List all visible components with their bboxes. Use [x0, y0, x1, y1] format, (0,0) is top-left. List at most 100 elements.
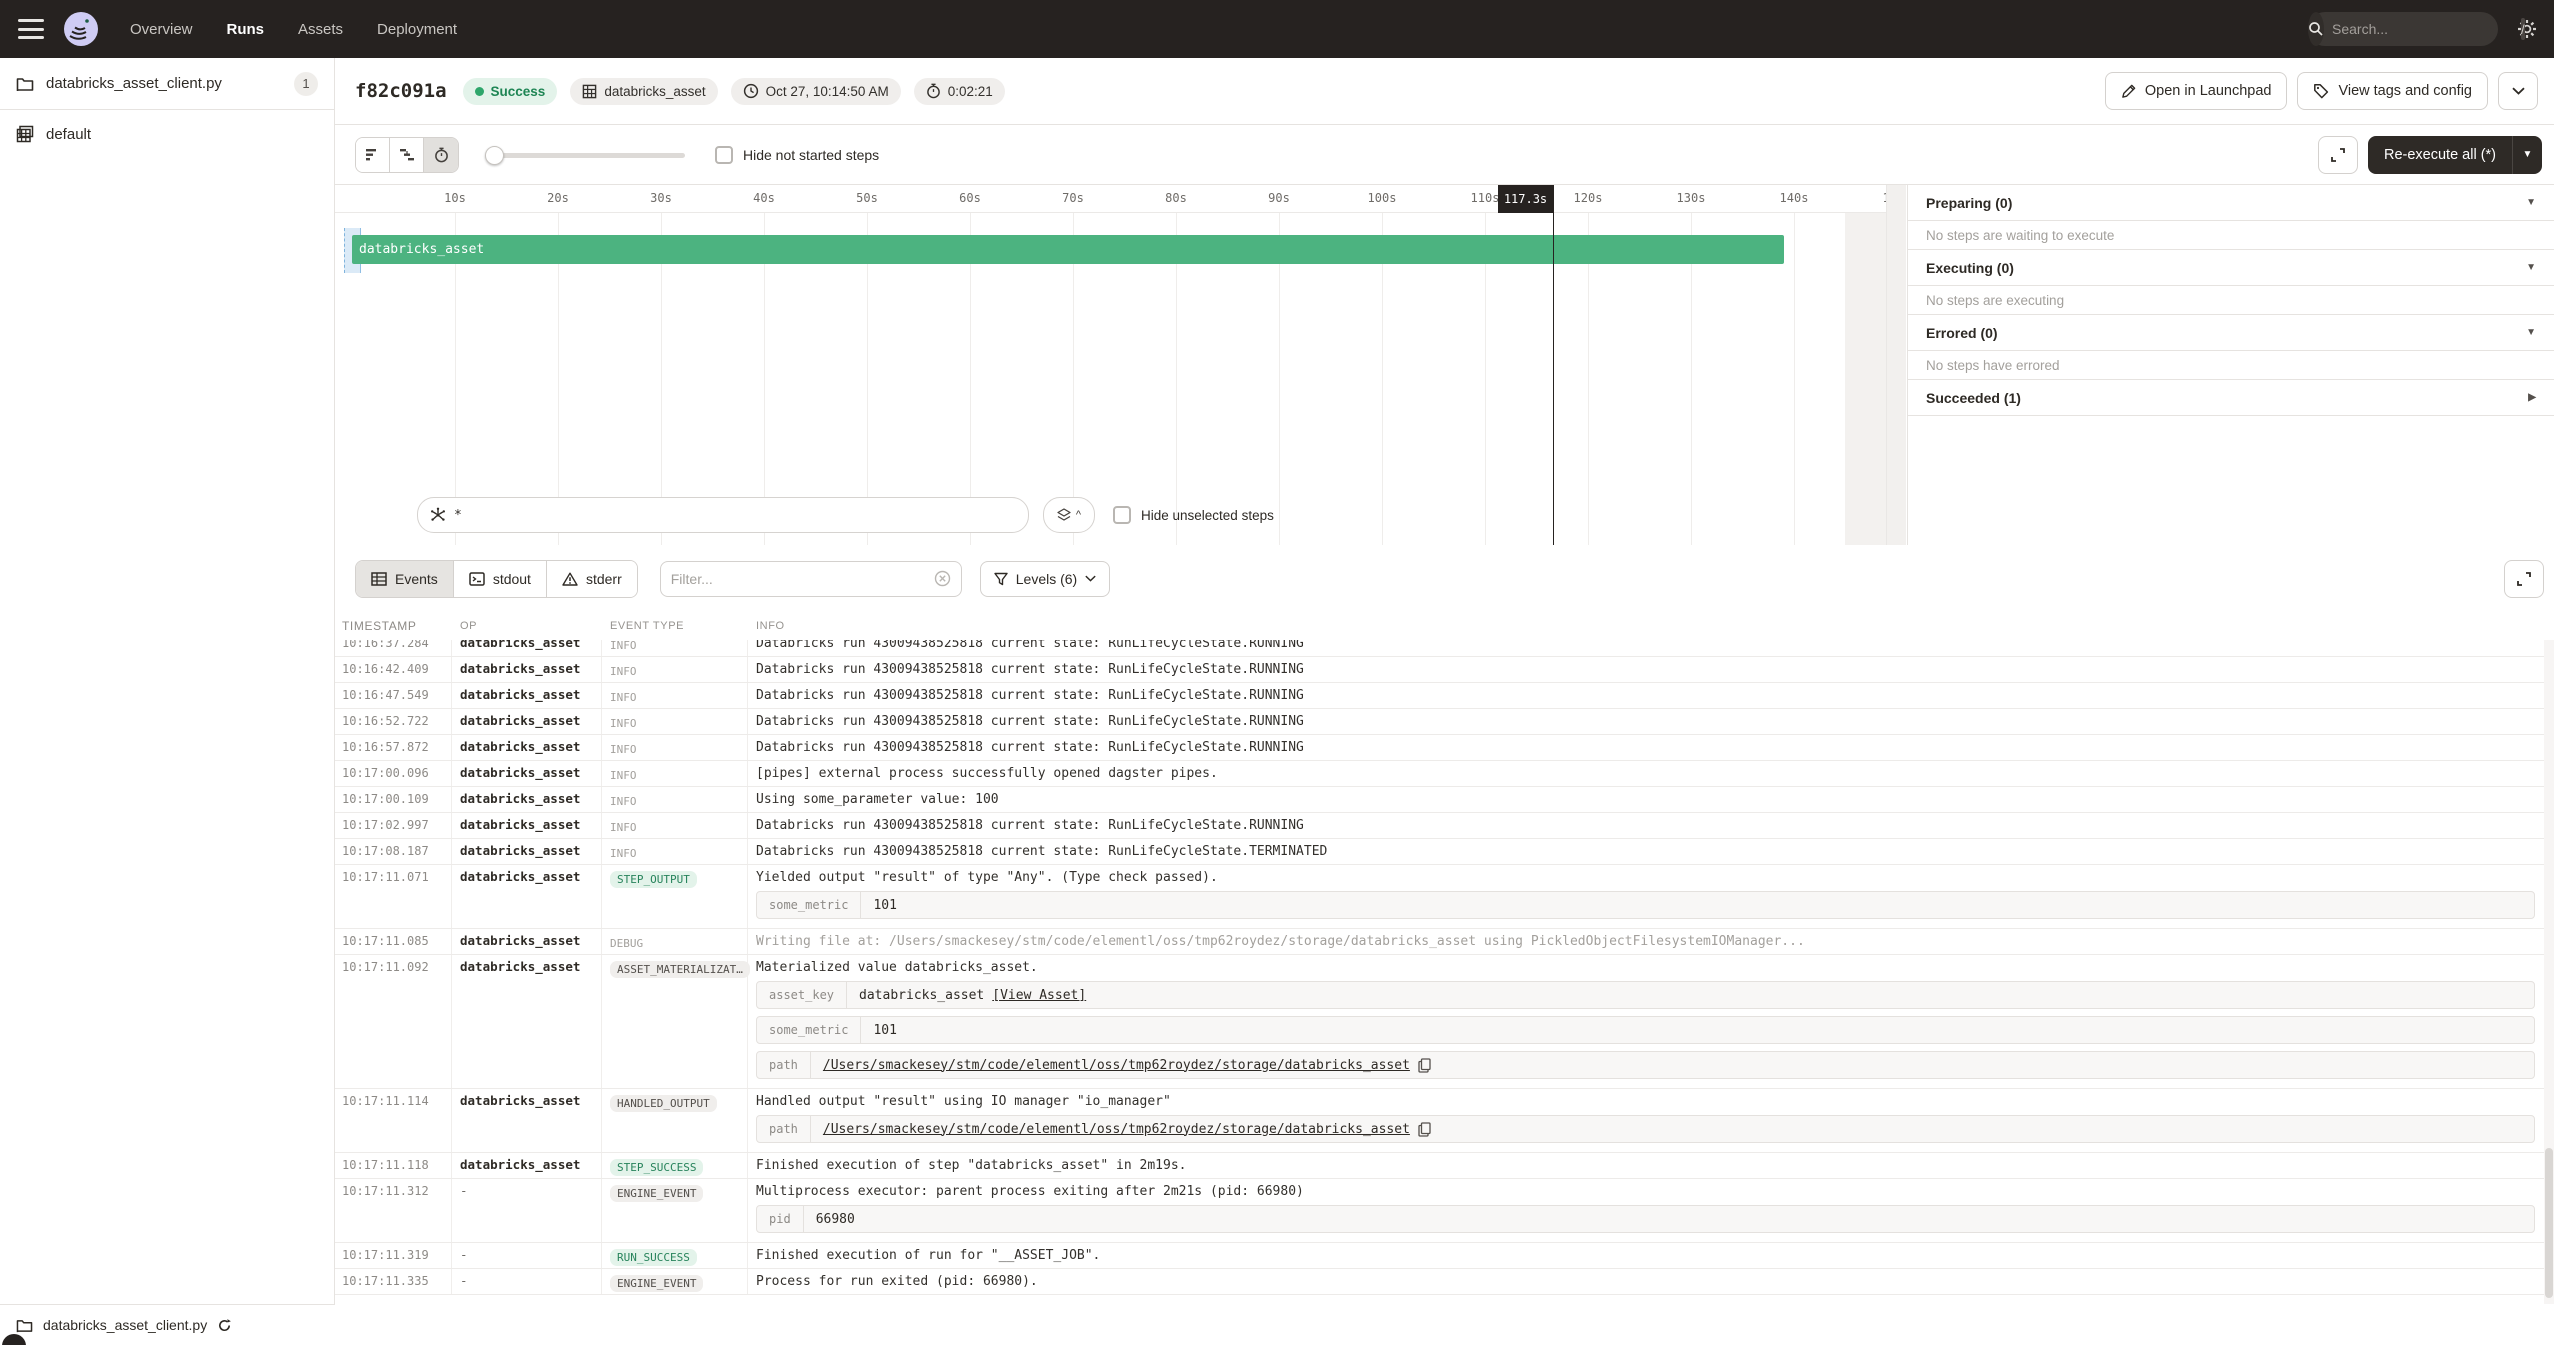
event-type-badge: INFO	[610, 769, 637, 782]
hamburger-icon[interactable]	[18, 19, 44, 39]
caret-down-icon[interactable]: ▼	[2526, 197, 2536, 208]
run-actions-dropdown-button[interactable]	[2498, 72, 2538, 110]
log-info: Using some_parameter value: 100	[748, 787, 2545, 812]
log-row[interactable]: 10:17:11.118databricks_assetSTEP_SUCCESS…	[335, 1153, 2545, 1179]
caret-down-icon[interactable]: ▼	[2526, 327, 2536, 338]
log-row[interactable]: 10:17:11.319-RUN_SUCCESSFinished executi…	[335, 1243, 2545, 1269]
gantt-step-bar[interactable]: databricks_asset	[352, 235, 1784, 264]
status-section-header-2[interactable]: Errored (0)▼	[1908, 315, 2554, 351]
status-section-header-3[interactable]: Succeeded (1)▶	[1908, 380, 2554, 416]
log-row[interactable]: 10:17:00.096databricks_assetINFO[pipes] …	[335, 761, 2545, 787]
nav-item-assets[interactable]: Assets	[298, 21, 343, 38]
log-row[interactable]: 10:16:37.284databricks_assetINFODatabric…	[335, 640, 2545, 657]
view-tags-config-button[interactable]: View tags and config	[2297, 72, 2488, 110]
log-timestamp: 10:17:02.997	[335, 813, 452, 838]
refresh-icon[interactable]	[217, 1318, 232, 1333]
axis-tick-label: 50s	[856, 191, 878, 205]
view-asset-link[interactable]: [View Asset]	[992, 988, 1086, 1003]
nav-item-overview[interactable]: Overview	[130, 21, 193, 38]
event-type-badge: RUN_SUCCESS	[610, 1249, 697, 1266]
event-type-badge: INFO	[610, 847, 637, 860]
log-filter-input[interactable]	[671, 571, 926, 587]
sidebar-item-code-location[interactable]: databricks_asset_client.py 1	[0, 58, 334, 110]
metadata-value: databricks_asset[View Asset]	[847, 982, 2534, 1008]
log-event-type: RUN_SUCCESS	[602, 1243, 748, 1268]
search-input[interactable]	[2324, 21, 2521, 37]
open-in-launchpad-button[interactable]: Open in Launchpad	[2105, 72, 2288, 110]
sidebar-item-default[interactable]: default	[0, 110, 334, 158]
status-section-header-1[interactable]: Executing (0) ▼	[1908, 250, 2554, 286]
status-section-header-0[interactable]: Preparing (0)▼	[1908, 185, 2554, 221]
nav-item-runs[interactable]: Runs	[227, 21, 265, 38]
path-link[interactable]: /Users/smackesey/stm/code/elementl/oss/t…	[823, 1122, 1410, 1137]
copy-icon[interactable]	[1418, 1122, 1431, 1137]
folder-icon	[16, 76, 34, 92]
log-row[interactable]: 10:17:11.085databricks_assetDEBUGWriting…	[335, 929, 2545, 955]
gantt-zoom-slider[interactable]	[485, 138, 685, 172]
global-search[interactable]: /	[2308, 12, 2498, 46]
caret-right-icon[interactable]: ▶	[2528, 392, 2536, 403]
metadata-key: path	[757, 1052, 811, 1078]
log-row[interactable]: 10:16:47.549databricks_assetINFODatabric…	[335, 683, 2545, 709]
log-row[interactable]: 10:16:52.722databricks_assetINFODatabric…	[335, 709, 2545, 735]
metadata-key: asset_key	[757, 982, 847, 1008]
hide-not-started-checkbox[interactable]	[715, 146, 733, 164]
logs-fullscreen-button[interactable]	[2504, 560, 2544, 598]
log-row[interactable]: 10:17:08.187databricks_assetINFODatabric…	[335, 839, 2545, 865]
duration-tag: 0:02:21	[914, 78, 1005, 105]
status-section-empty-text: No steps are executing	[1908, 286, 2554, 315]
reexecute-dropdown-caret[interactable]: ▼	[2512, 136, 2542, 174]
log-row[interactable]: 10:17:11.114databricks_assetHANDLED_OUTP…	[335, 1089, 2545, 1153]
log-row[interactable]: 10:16:57.872databricks_assetINFODatabric…	[335, 735, 2545, 761]
caret-down-icon[interactable]: ▼	[2526, 262, 2536, 273]
log-info: Materialized value databricks_asset.asse…	[748, 955, 2545, 1088]
log-scrollbar[interactable]	[2544, 640, 2554, 1304]
status-section-title: Executing (0)	[1926, 260, 2014, 276]
metadata-value: 101	[861, 892, 2534, 918]
timed-view-icon[interactable]	[424, 138, 458, 172]
step-selector-input[interactable]	[454, 508, 1016, 523]
copy-icon[interactable]	[1418, 1058, 1431, 1073]
hide-not-started-label: Hide not started steps	[743, 147, 879, 163]
log-row[interactable]: 10:17:11.312-ENGINE_EVENTMultiprocess ex…	[335, 1179, 2545, 1243]
reexecute-all-button[interactable]: Re-execute all (*) ▼	[2368, 136, 2542, 174]
levels-dropdown-button[interactable]: Levels (6)	[980, 561, 1110, 597]
log-op: databricks_asset	[452, 787, 602, 812]
path-link[interactable]: /Users/smackesey/stm/code/elementl/oss/t…	[823, 1058, 1410, 1073]
hide-unselected-checkbox[interactable]	[1113, 506, 1131, 524]
step-query-toggle-button[interactable]: ^	[1043, 497, 1095, 533]
log-row[interactable]: 10:17:00.109databricks_assetINFOUsing so…	[335, 787, 2545, 813]
log-row[interactable]: 10:17:11.335-ENGINE_EVENTProcess for run…	[335, 1269, 2545, 1295]
status-section-empty-text: No steps have errored	[1908, 351, 2554, 380]
clear-filter-icon[interactable]	[934, 570, 951, 587]
tab-events[interactable]: Events	[356, 561, 454, 597]
left-sidebar: databricks_asset_client.py 1 default dat…	[0, 58, 335, 1345]
slider-knob[interactable]	[485, 146, 504, 165]
axis-tick-label: 140s	[1780, 191, 1809, 205]
tab-stderr[interactable]: stderr	[547, 561, 637, 597]
log-event-type: DEBUG	[602, 929, 748, 954]
log-event-type: INFO	[602, 761, 748, 786]
nav-item-deployment[interactable]: Deployment	[377, 21, 457, 38]
tab-stdout[interactable]: stdout	[454, 561, 547, 597]
sidebar-item-label: databricks_asset_client.py	[46, 75, 222, 92]
stopwatch-icon	[926, 83, 941, 99]
flat-view-icon[interactable]	[356, 138, 390, 172]
log-row[interactable]: 10:17:02.997databricks_assetINFODatabric…	[335, 813, 2545, 839]
asset-tag[interactable]: databricks_asset	[570, 78, 717, 105]
success-dot-icon	[475, 87, 484, 96]
log-op: databricks_asset	[452, 640, 602, 656]
waterfall-view-icon[interactable]	[390, 138, 424, 172]
gantt-view-mode-group	[355, 137, 459, 173]
log-op: databricks_asset	[452, 683, 602, 708]
repo-grid-icon	[16, 125, 34, 143]
gantt-fullscreen-button[interactable]	[2318, 136, 2358, 174]
metadata-entries: some_metric101	[756, 891, 2535, 919]
log-event-type: ENGINE_EVENT	[602, 1179, 748, 1242]
log-row[interactable]: 10:16:42.409databricks_assetINFODatabric…	[335, 657, 2545, 683]
log-row[interactable]: 10:17:11.092databricks_assetASSET_MATERI…	[335, 955, 2545, 1089]
log-row[interactable]: 10:17:11.071databricks_assetSTEP_OUTPUTY…	[335, 865, 2545, 929]
dagster-logo[interactable]	[62, 10, 100, 48]
log-timestamp: 10:17:11.319	[335, 1243, 452, 1268]
gantt-scrollbar[interactable]	[1886, 185, 1906, 545]
